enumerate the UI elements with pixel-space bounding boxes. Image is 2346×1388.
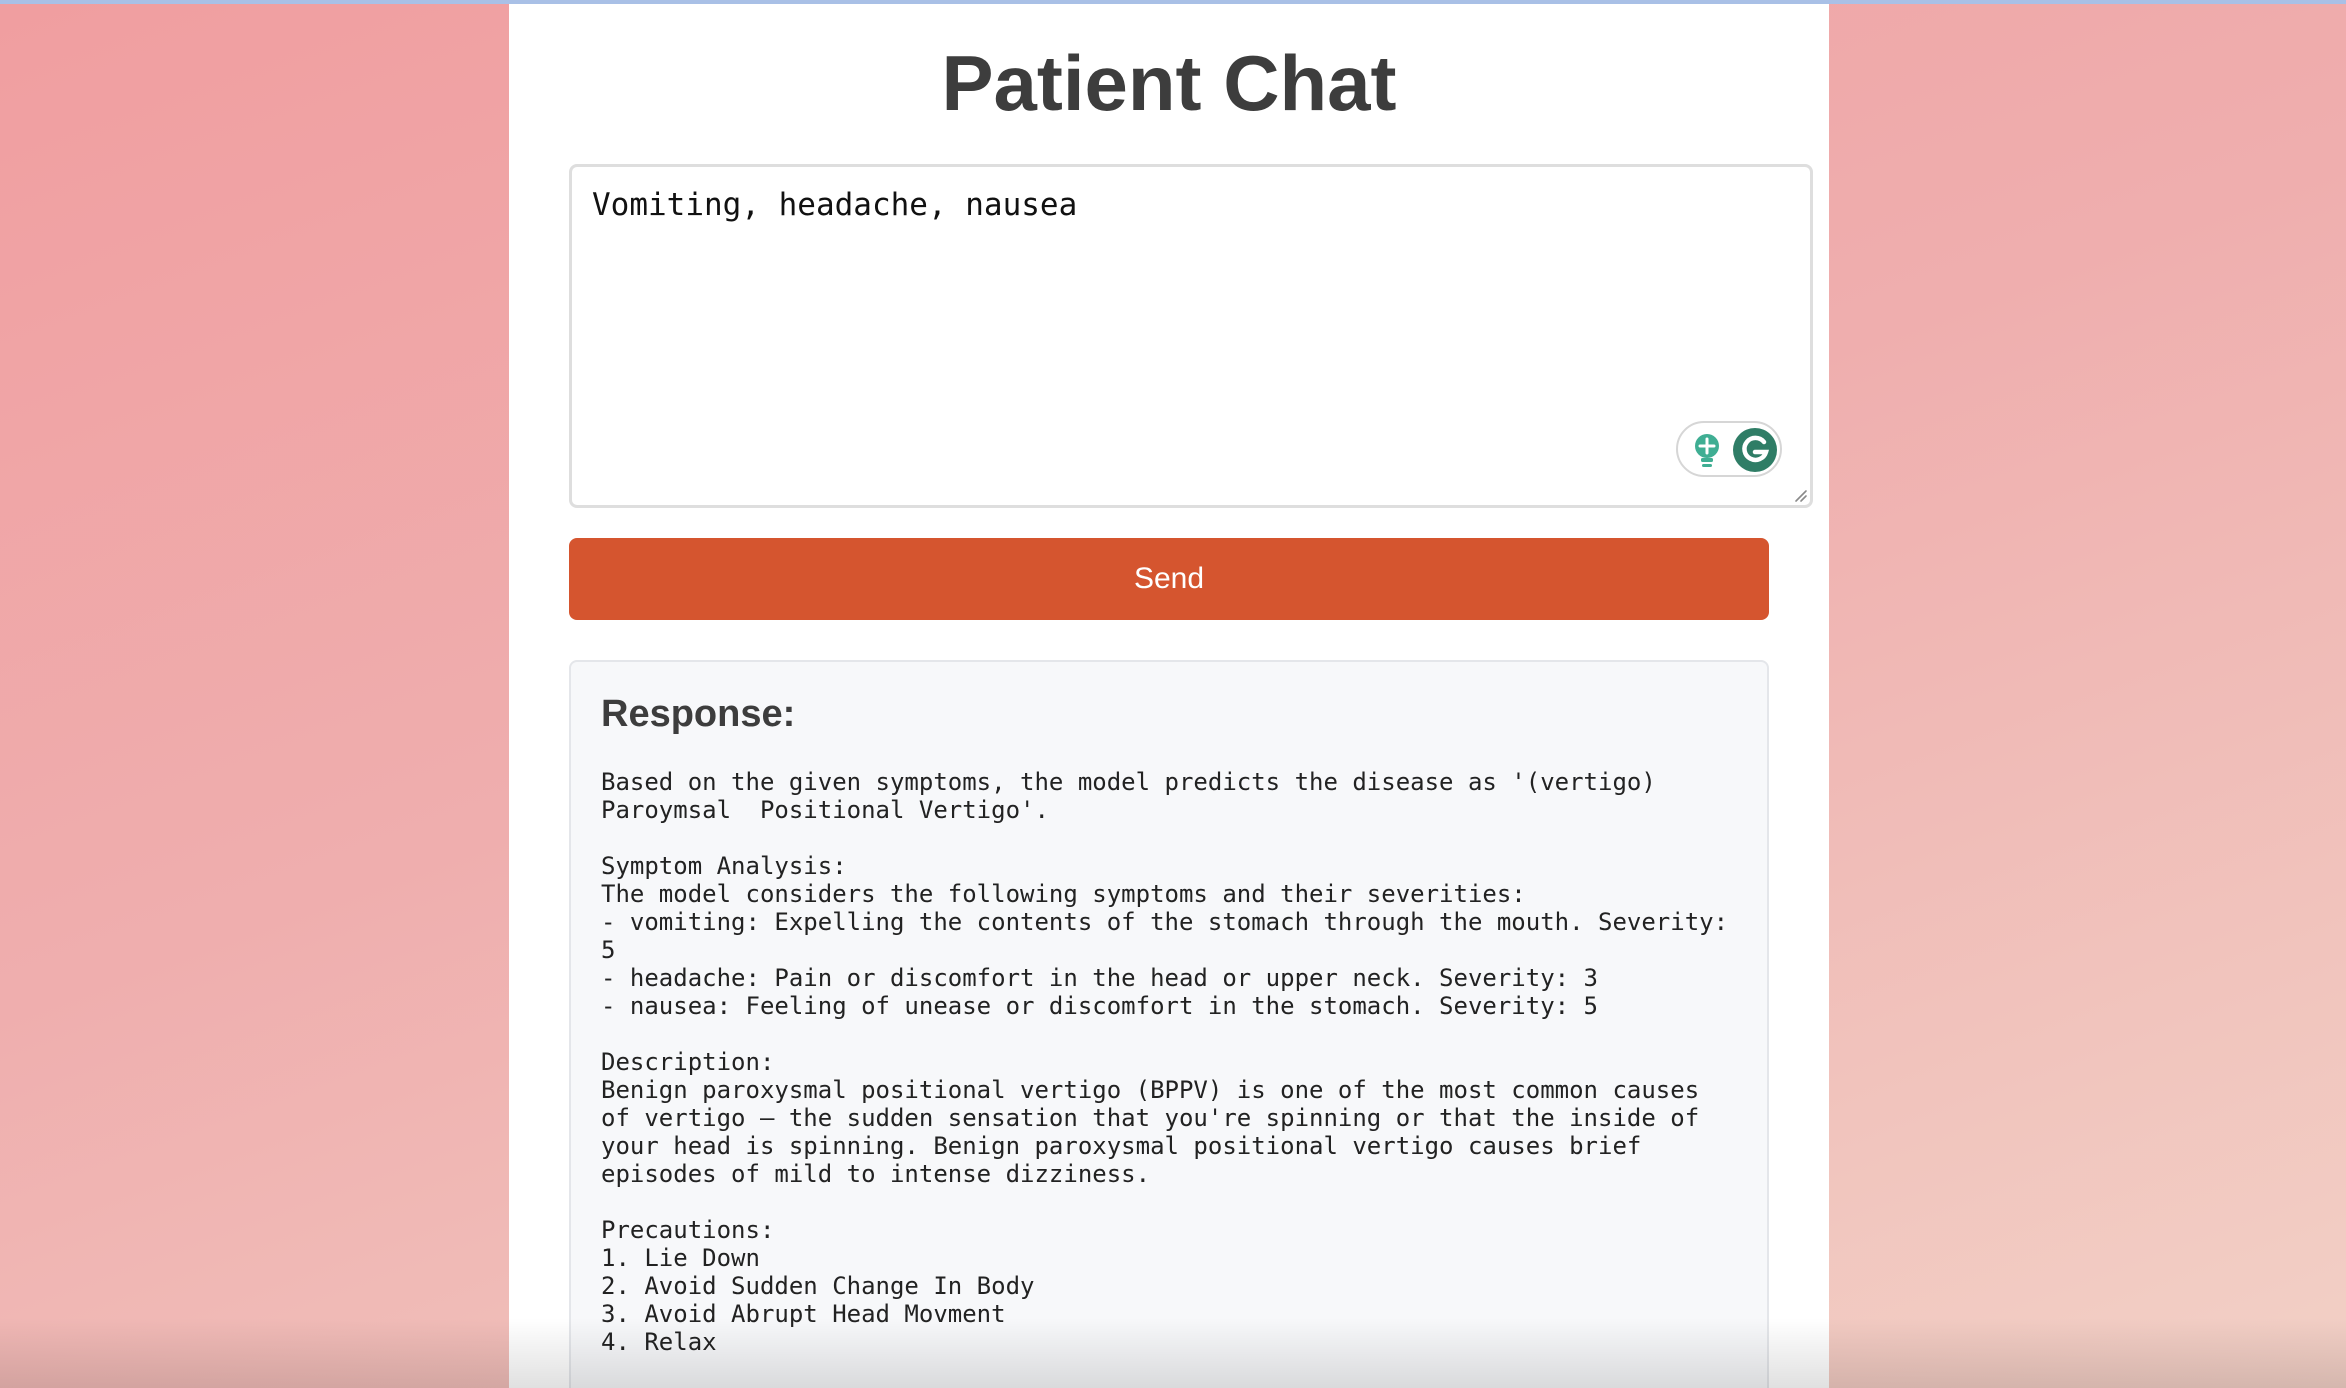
response-heading: Response: [601,693,796,735]
response-line: 1. Lie Down [601,1244,760,1272]
page-title: Patient Chat [941,39,1397,127]
response-line: Benign paroxysmal positional vertigo (BP… [601,1076,1700,1104]
response-panel: Response: Based on the given symptoms, t… [569,660,1769,1388]
grammar-g-icon[interactable] [1732,427,1778,473]
response-line: - nausea: Feeling of unease or discomfor… [601,992,1598,1020]
response-line: your head is spinning. Benign paroxysmal… [601,1132,1642,1160]
send-button[interactable]: Send [569,538,1769,620]
symptom-input[interactable]: Vomiting, headache, nausea [572,167,1810,505]
response-line: 5 [601,936,616,964]
resize-handle-icon[interactable] [1792,487,1808,503]
response-line: 4. Relax [601,1328,717,1356]
chat-panel: Patient Chat Vomiting, headache, nausea … [509,4,1829,1388]
response-line: of vertigo — the sudden sensation that y… [601,1104,1700,1132]
response-line: Symptom Analysis: [601,852,847,880]
response-line: Paroymsal Positional Vertigo'. [601,796,1049,824]
response-line: Description: [601,1048,775,1076]
response-line: episodes of mild to intense dizziness. [601,1160,1151,1188]
response-line: Based on the given symptoms, the model p… [601,768,1656,796]
writing-assistant-widget[interactable] [1676,421,1782,477]
symptom-input-container: Vomiting, headache, nausea [569,164,1813,508]
response-text: Based on the given symptoms, the model p… [601,768,1731,1356]
response-line: 3. Avoid Abrupt Head Movment [601,1300,1006,1328]
response-line: The model considers the following sympto… [601,880,1526,908]
bulb-icon[interactable] [1688,431,1726,471]
response-line: Precautions: [601,1216,775,1244]
response-line: - headache: Pain or discomfort in the he… [601,964,1598,992]
response-line: 2. Avoid Sudden Change In Body [601,1272,1035,1300]
response-line: - vomiting: Expelling the contents of th… [601,908,1729,936]
